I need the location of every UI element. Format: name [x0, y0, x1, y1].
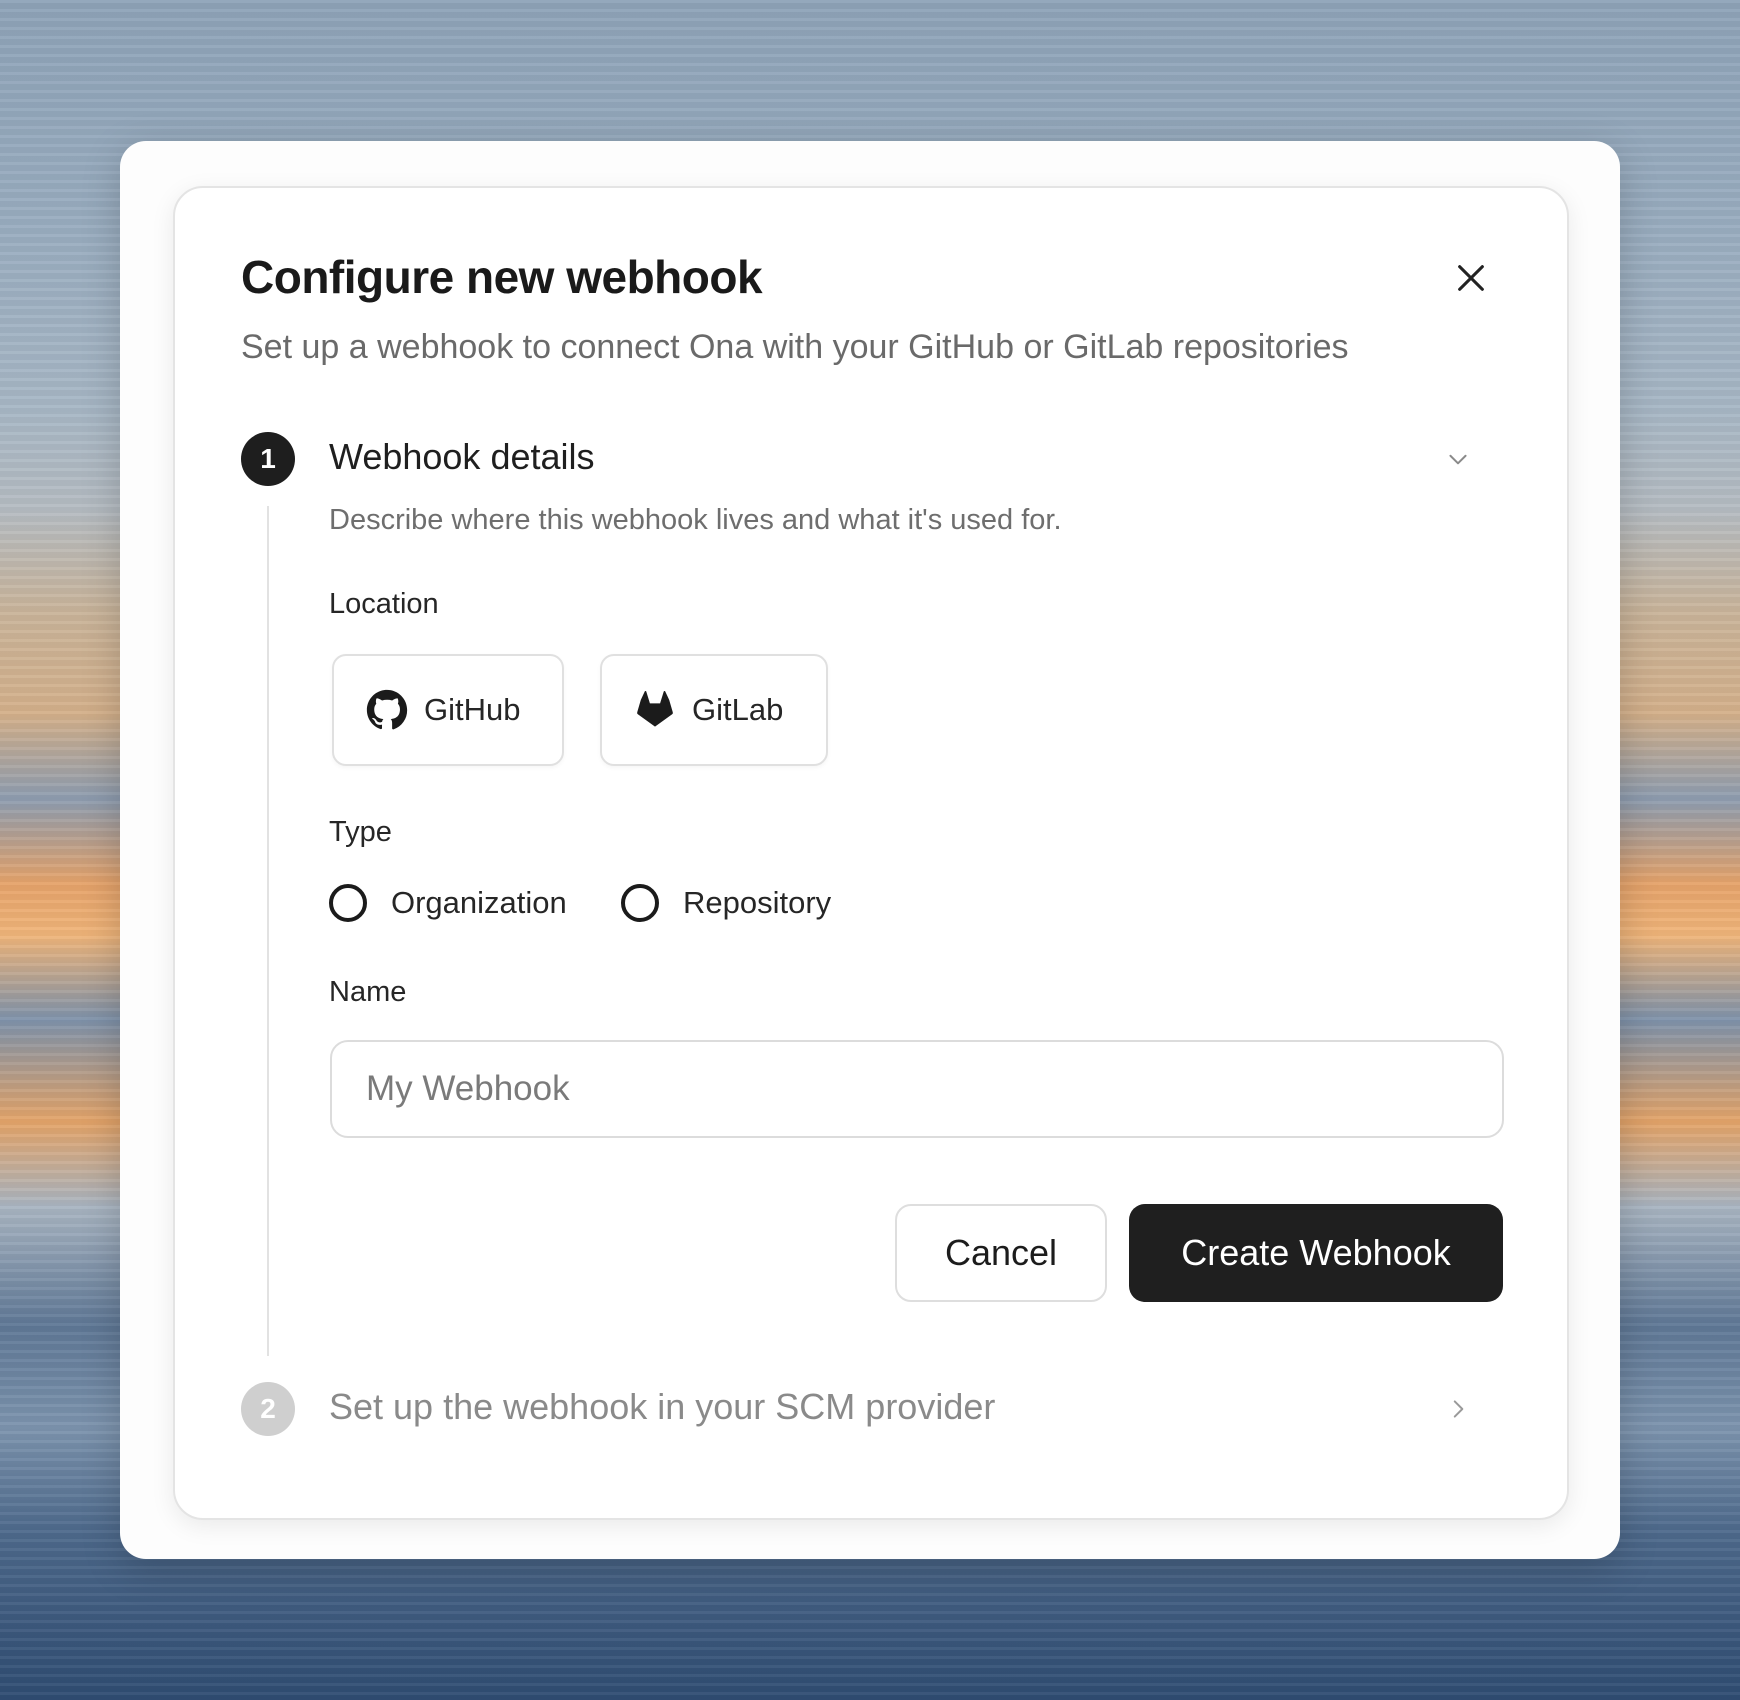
- location-label: Location: [329, 588, 439, 620]
- step-1-badge: 1: [241, 432, 295, 486]
- type-repository-radio[interactable]: Repository: [621, 878, 831, 928]
- gitlab-label: GitLab: [692, 692, 784, 727]
- github-icon: [366, 689, 408, 731]
- chevron-right-icon: [1453, 1400, 1464, 1418]
- create-webhook-button[interactable]: Create Webhook: [1129, 1204, 1503, 1302]
- close-icon: [1458, 265, 1484, 291]
- dialog-subtitle: Set up a webhook to connect Ona with you…: [241, 328, 1349, 366]
- cancel-button[interactable]: Cancel: [895, 1204, 1107, 1302]
- step-1-toggle[interactable]: [1443, 444, 1473, 474]
- step-2-title[interactable]: Set up the webhook in your SCM provider: [329, 1386, 995, 1428]
- type-organization-radio[interactable]: Organization: [329, 878, 567, 928]
- gitlab-icon: [634, 689, 676, 731]
- location-gitlab-button[interactable]: GitLab: [600, 654, 828, 766]
- type-label: Type: [329, 816, 392, 848]
- repository-label: Repository: [683, 885, 832, 920]
- organization-label: Organization: [391, 885, 567, 920]
- step-1-description: Describe where this webhook lives and wh…: [329, 504, 1062, 536]
- configure-webhook-dialog: Configure new webhook Set up a webhook t…: [173, 186, 1569, 1520]
- step-connector-line: [267, 506, 269, 1356]
- location-github-button[interactable]: GitHub: [332, 654, 564, 766]
- radio-circle[interactable]: [621, 884, 659, 922]
- step-1-title[interactable]: Webhook details: [329, 436, 595, 478]
- name-label: Name: [329, 976, 407, 1008]
- github-label: GitHub: [424, 692, 521, 727]
- name-input[interactable]: [330, 1040, 1504, 1138]
- dialog-title: Configure new webhook: [241, 251, 763, 303]
- radio-circle[interactable]: [329, 884, 367, 922]
- step-2-badge: 2: [241, 1382, 295, 1436]
- step-2-toggle[interactable]: [1443, 1394, 1473, 1424]
- close-button[interactable]: [1451, 258, 1491, 298]
- chevron-down-icon: [1449, 454, 1467, 465]
